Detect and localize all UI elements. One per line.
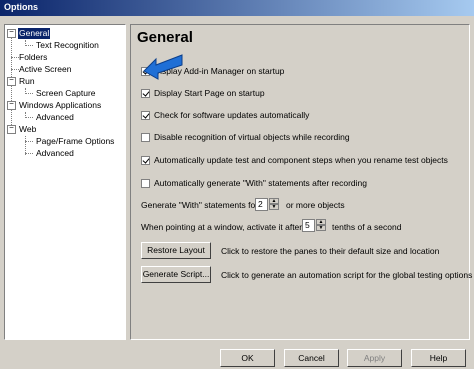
- option-label: Automatically update test and component …: [154, 155, 448, 165]
- option-label: Automatically generate "With" statements…: [154, 178, 367, 188]
- restore-layout-button[interactable]: Restore Layout: [141, 242, 211, 259]
- tree-item-screen-capture[interactable]: Screen Capture: [35, 88, 97, 99]
- tree-item-general[interactable]: General: [18, 28, 51, 39]
- option-label: Check for software updates automatically: [154, 110, 310, 120]
- apply-button[interactable]: Apply: [347, 349, 402, 367]
- collapse-icon[interactable]: −: [7, 29, 16, 38]
- checkbox-auto-update-steps[interactable]: [141, 156, 150, 165]
- page-title: General: [137, 29, 193, 46]
- checkbox-disable-virtual-objects[interactable]: [141, 133, 150, 142]
- ok-button[interactable]: OK: [220, 349, 275, 367]
- tree-item-advanced[interactable]: Advanced: [35, 112, 75, 123]
- tree-item-web-advanced[interactable]: Advanced: [35, 148, 75, 159]
- tree-item-web[interactable]: Web: [18, 124, 37, 135]
- with-statements-suffix: or more objects: [286, 200, 345, 210]
- collapse-icon[interactable]: −: [7, 125, 16, 134]
- checkbox-auto-generate-with[interactable]: [141, 179, 150, 188]
- pointer-arrow-icon: [143, 54, 183, 80]
- title-bar: Options: [0, 0, 474, 16]
- with-statements-label: Generate "With" statements for: [141, 200, 259, 210]
- tree-item-folders[interactable]: Folders: [18, 52, 48, 63]
- activate-window-spinner[interactable]: ▲ ▼: [316, 219, 326, 232]
- tree-item-text-recognition[interactable]: Text Recognition: [35, 40, 100, 51]
- activate-window-suffix: tenths of a second: [332, 222, 402, 232]
- window-title: Options: [4, 2, 38, 12]
- tree-connector: [25, 93, 33, 94]
- collapse-icon[interactable]: −: [7, 101, 16, 110]
- with-statements-spinner[interactable]: ▲ ▼: [269, 198, 279, 211]
- tree-connector: [25, 117, 33, 118]
- options-tree[interactable]: − General Text Recognition Folders Activ…: [4, 24, 126, 340]
- generate-script-description: Click to generate an automation script f…: [221, 270, 473, 280]
- tree-item-active-screen[interactable]: Active Screen: [18, 64, 72, 75]
- checkbox-check-updates[interactable]: [141, 111, 150, 120]
- help-button[interactable]: Help: [411, 349, 466, 367]
- activate-window-input[interactable]: 5: [302, 219, 315, 232]
- cancel-button[interactable]: Cancel: [284, 349, 339, 367]
- collapse-icon[interactable]: −: [7, 77, 16, 86]
- tree-connector: [25, 153, 33, 154]
- option-label: Display Start Page on startup: [154, 88, 265, 98]
- tree-item-windows-applications[interactable]: Windows Applications: [18, 100, 102, 111]
- tree-connector: [25, 141, 33, 142]
- restore-layout-description: Click to restore the panes to their defa…: [221, 246, 440, 256]
- checkbox-display-start-page[interactable]: [141, 89, 150, 98]
- tree-connector: [25, 45, 33, 46]
- spin-down-icon[interactable]: ▼: [269, 204, 279, 210]
- tree-item-page-frame-options[interactable]: Page/Frame Options: [35, 136, 115, 147]
- tree-item-run[interactable]: Run: [18, 76, 36, 87]
- with-statements-input[interactable]: 2: [255, 198, 268, 211]
- option-label: Disable recognition of virtual objects w…: [154, 132, 350, 142]
- activate-window-label: When pointing at a window, activate it a…: [141, 222, 303, 232]
- generate-script-button[interactable]: Generate Script...: [141, 266, 211, 283]
- spin-down-icon[interactable]: ▼: [316, 225, 326, 231]
